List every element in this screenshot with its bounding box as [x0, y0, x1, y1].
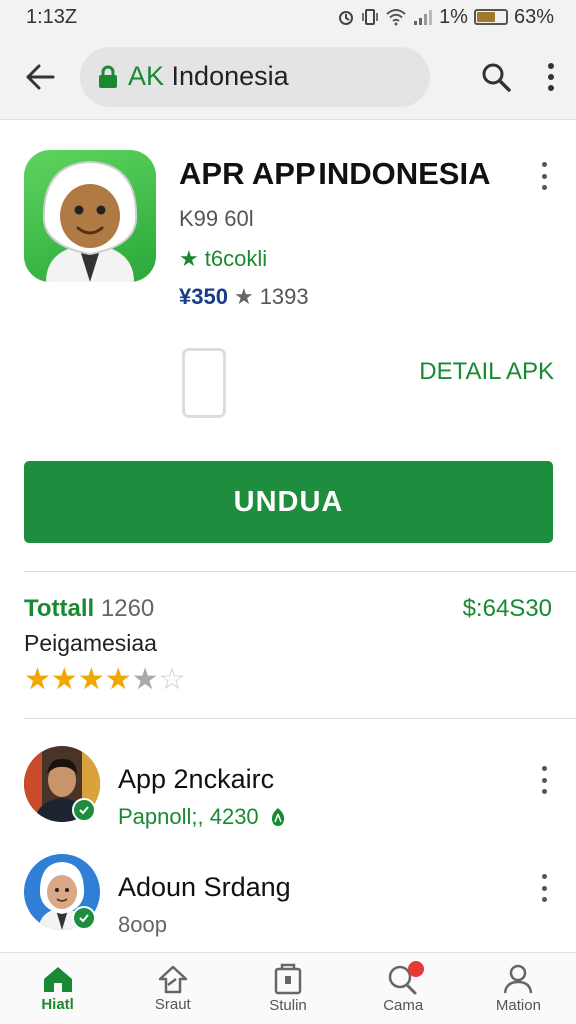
- nav-account[interactable]: Mation: [461, 953, 576, 1024]
- nav-games[interactable]: Sraut: [115, 953, 230, 1024]
- overflow-menu-button[interactable]: [526, 34, 576, 120]
- nav-apps[interactable]: Stulin: [230, 953, 345, 1024]
- review-author: App 2nckairc: [118, 764, 275, 794]
- install-button[interactable]: UNDUA: [24, 461, 553, 543]
- top-toolbar: AK Indonesia: [0, 34, 576, 120]
- list-item[interactable]: App 2nckairc Papnoll;, 4230: [24, 746, 564, 829]
- bottom-navigation: Hiatl Sraut Stulin Cama Mation: [0, 952, 576, 1024]
- device-icon: [182, 348, 226, 418]
- app-icon[interactable]: [24, 150, 156, 282]
- wifi-icon: [386, 9, 406, 26]
- stats-subtitle: Peigamesiaa: [24, 630, 157, 656]
- rating-value: ¥350: [179, 284, 228, 309]
- star-icon: ★: [104, 663, 132, 696]
- star-icon: ★: [24, 663, 51, 696]
- signal-icon: [414, 10, 433, 25]
- verified-icon: [72, 798, 96, 822]
- divider: [24, 571, 576, 572]
- app-size: K99 60l: [179, 206, 254, 231]
- search-icon: [482, 63, 511, 92]
- status-bar: 1:13Z 1% 63%: [0, 0, 576, 34]
- stats-price: $:64S30: [462, 595, 552, 622]
- star-icon: ★: [131, 663, 159, 696]
- app-title: APR APP INDONESIA: [179, 156, 491, 191]
- star-icon: ★: [50, 663, 78, 696]
- nav-label: Hiatl: [41, 996, 74, 1013]
- stats-count: 1260: [100, 595, 155, 622]
- detail-apk-link[interactable]: DETAIL APK: [419, 358, 554, 386]
- app-header: APR APP INDONESIA K99 60l ★ t6cokli ¥350…: [24, 150, 564, 309]
- battery-fill: [476, 12, 495, 22]
- lock-icon: [99, 65, 117, 88]
- account-icon: [504, 964, 533, 994]
- gray-star-icon: ★: [233, 284, 254, 309]
- stats-total: Tottall 1260: [24, 595, 154, 623]
- address-text: AK Indonesia: [128, 61, 289, 92]
- nav-home[interactable]: Hiatl: [0, 953, 115, 1024]
- android-icon: [271, 808, 284, 826]
- search-button[interactable]: [466, 34, 526, 120]
- games-icon: [158, 965, 188, 994]
- status-time: 1:13Z: [26, 5, 78, 28]
- developer-name: t6cokli: [204, 246, 268, 271]
- app-developer[interactable]: ★ t6cokli: [179, 246, 267, 272]
- address-domain: Indonesia: [164, 61, 289, 91]
- rating-count: 1393: [259, 284, 309, 309]
- nav-label: Sraut: [154, 996, 191, 1013]
- nav-label: Stulin: [269, 997, 307, 1014]
- status-icons: 1% 63%: [337, 6, 554, 29]
- review-meta-text: 8oop: [118, 912, 167, 937]
- app-mascot-icon: [42, 160, 138, 282]
- app-rating: ¥350 ★ 1393: [179, 284, 309, 310]
- apps-icon: [274, 963, 302, 995]
- nav-label: Cama: [383, 997, 424, 1014]
- review-meta: 8oop: [118, 912, 167, 938]
- review-more-button[interactable]: [532, 872, 556, 904]
- green-star-icon: ★: [179, 246, 199, 271]
- notification-badge: [407, 961, 424, 977]
- more-vert-icon: [548, 62, 554, 91]
- back-button[interactable]: [0, 34, 80, 120]
- star-outline-icon: ☆: [158, 663, 186, 696]
- app-more-button[interactable]: [532, 158, 556, 194]
- address-prefix: AK: [128, 61, 165, 91]
- status-percent: 1%: [439, 5, 468, 28]
- vibrate-icon: [362, 9, 378, 25]
- verified-icon: [72, 906, 96, 930]
- nav-search[interactable]: Cama: [346, 953, 461, 1024]
- divider: [24, 718, 576, 719]
- stats-label: Tottall: [24, 595, 95, 622]
- home-icon: [43, 967, 72, 992]
- star-icon: ★: [77, 663, 105, 696]
- review-meta-text: Papnoll;, 4230: [118, 804, 259, 829]
- nav-label: Mation: [495, 997, 541, 1014]
- list-item[interactable]: Adoun Srdang 8oop: [24, 854, 564, 937]
- rating-stars: ★ ★ ★ ★ ★ ☆: [24, 664, 185, 696]
- review-more-button[interactable]: [532, 764, 556, 796]
- battery-level: 63%: [513, 5, 554, 28]
- alarm-icon: [339, 11, 354, 25]
- address-bar[interactable]: AK Indonesia: [80, 46, 430, 107]
- review-meta: Papnoll;, 4230: [118, 804, 289, 830]
- back-arrow-icon: [26, 64, 55, 89]
- battery-icon: [473, 9, 508, 25]
- review-author: Adoun Srdang: [118, 872, 291, 902]
